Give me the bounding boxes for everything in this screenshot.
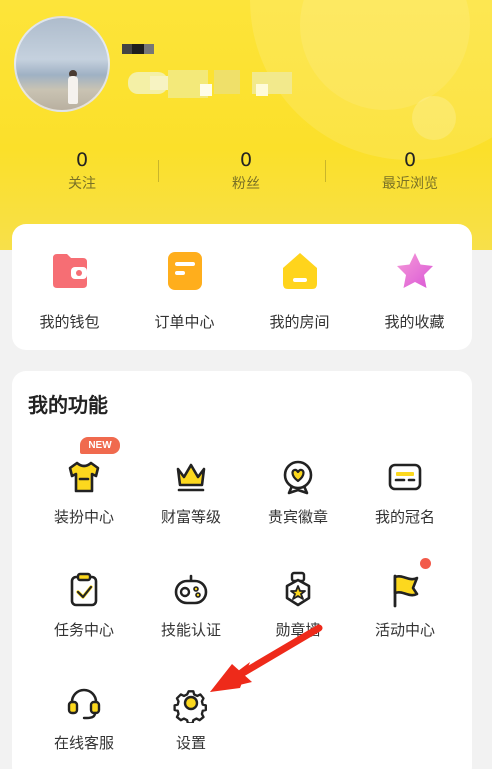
clipboard-check-icon — [64, 570, 104, 610]
settings-label: 设置 — [175, 734, 206, 752]
headset-icon — [64, 683, 104, 723]
crown-icon — [171, 457, 211, 497]
room-icon — [279, 250, 321, 292]
dressup-center-label: 装扮中心 — [53, 508, 114, 526]
wallet-button[interactable]: 我的钱包 — [12, 224, 127, 350]
order-center-button[interactable]: 订单中心 — [127, 224, 242, 350]
medal-wall-button[interactable]: 勋章墙 — [248, 570, 348, 640]
new-badge: NEW — [80, 437, 120, 454]
vip-badge-button[interactable]: 贵宾徽章 — [248, 457, 348, 527]
stat-fans-value: 0 — [239, 149, 253, 171]
wealth-level-label: 财富等级 — [160, 508, 221, 526]
star-icon — [394, 250, 436, 292]
stat-following-label: 关注 — [68, 176, 96, 192]
stat-fans-label: 粉丝 — [232, 176, 260, 192]
my-room-label: 我的房间 — [269, 313, 330, 331]
medal-wall-label: 勋章墙 — [275, 621, 321, 639]
settings-button[interactable]: 设置 — [141, 683, 241, 753]
skill-certification-button[interactable]: 技能认证 — [141, 570, 241, 640]
gamepad-icon — [171, 570, 211, 610]
my-title-label: 我的冠名 — [374, 508, 435, 526]
profile-stats: 0 关注 0 粉丝 0 最近浏览 — [0, 148, 492, 200]
my-room-button[interactable]: 我的房间 — [242, 224, 357, 350]
my-favorites-label: 我的收藏 — [384, 313, 445, 331]
tshirt-icon — [64, 457, 104, 497]
name-card-icon — [385, 457, 425, 497]
customer-service-button[interactable]: 在线客服 — [34, 683, 134, 753]
task-center-button[interactable]: 任务中心 — [34, 570, 134, 640]
medal-icon — [278, 570, 318, 610]
stat-divider — [325, 160, 326, 182]
vip-badge-icon — [278, 457, 318, 497]
stat-divider — [158, 160, 159, 182]
order-center-label: 订单中心 — [154, 313, 215, 331]
wallet-icon — [49, 250, 91, 292]
stat-recent-value: 0 — [403, 149, 417, 171]
wallet-label: 我的钱包 — [39, 313, 100, 331]
functions-title: 我的功能 — [28, 393, 108, 417]
activity-center-button[interactable]: 活动中心 — [355, 570, 455, 640]
stat-following-value: 0 — [75, 149, 89, 171]
stat-recent[interactable]: 0 最近浏览 — [328, 148, 492, 200]
notification-dot — [420, 558, 431, 569]
flag-icon — [385, 570, 425, 610]
customer-service-label: 在线客服 — [53, 734, 114, 752]
quick-actions-card: 我的钱包 订单中心 我的房间 我的收藏 — [12, 224, 472, 350]
avatar-figure-body — [68, 76, 78, 104]
stat-fans[interactable]: 0 粉丝 — [164, 148, 328, 200]
vip-badge-label: 贵宾徽章 — [267, 508, 328, 526]
task-center-label: 任务中心 — [53, 621, 114, 639]
gear-icon — [171, 683, 211, 725]
stat-recent-label: 最近浏览 — [382, 176, 438, 192]
my-title-button[interactable]: 我的冠名 — [355, 457, 455, 527]
dressup-center-button[interactable]: 装扮中心 — [34, 457, 134, 527]
skill-certification-label: 技能认证 — [160, 621, 221, 639]
wealth-level-button[interactable]: 财富等级 — [141, 457, 241, 527]
activity-center-label: 活动中心 — [374, 621, 435, 639]
avatar[interactable] — [14, 16, 110, 112]
my-favorites-button[interactable]: 我的收藏 — [357, 224, 472, 350]
order-icon — [164, 250, 206, 292]
stat-following[interactable]: 0 关注 — [0, 148, 164, 200]
